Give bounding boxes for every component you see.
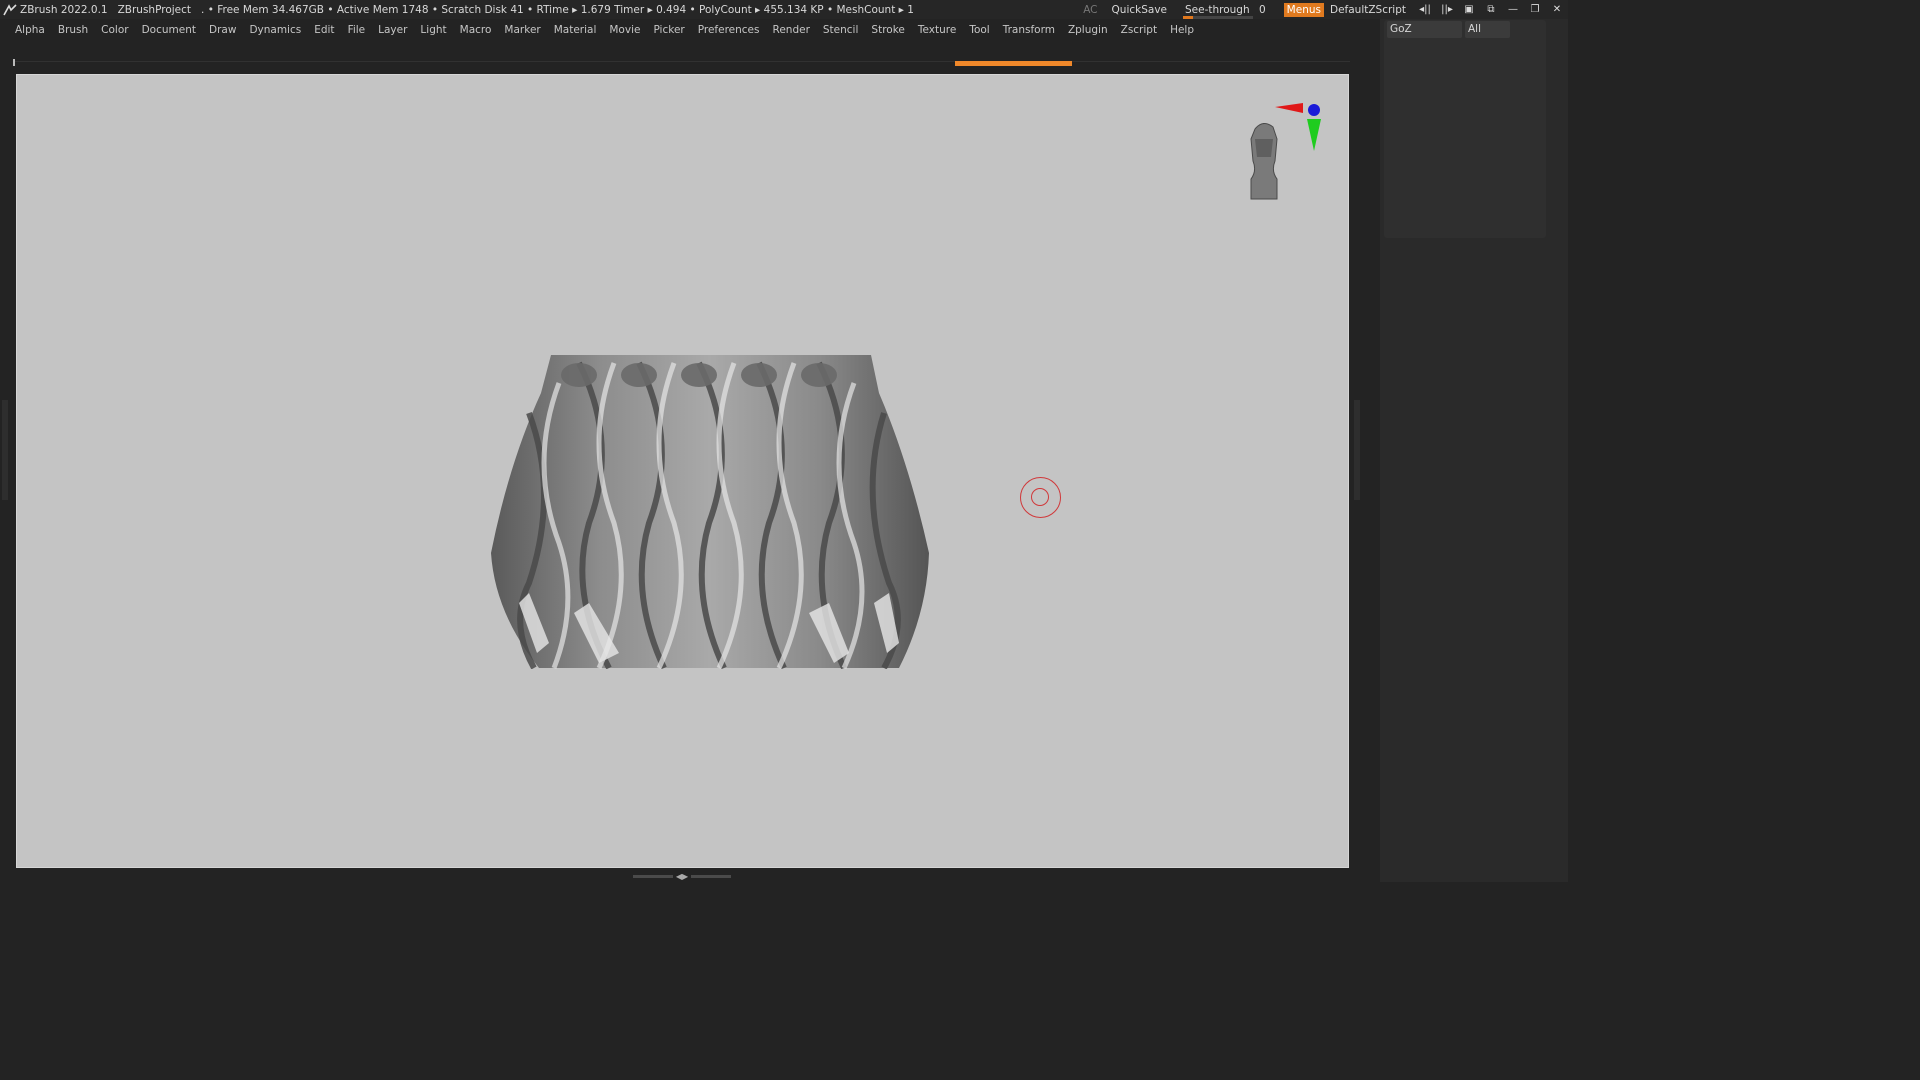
- project-name: ZBrushProject: [117, 3, 192, 16]
- default-zscript-button[interactable]: DefaultZScript: [1330, 4, 1406, 16]
- titlebar-controls: AC QuickSave See-through 0 Menus Default…: [1083, 0, 1568, 19]
- zbrush-logo-icon: [3, 3, 17, 15]
- right-tray: GoZ All All: [1380, 19, 1568, 882]
- minimize-icon[interactable]: —: [1502, 4, 1524, 15]
- menu-render[interactable]: Render: [773, 24, 810, 36]
- menu-stroke[interactable]: Stroke: [871, 24, 904, 36]
- x-axis-arrow[interactable]: [1275, 103, 1303, 113]
- app-title: ZBrush 2022.0.1: [20, 3, 108, 16]
- menu-picker[interactable]: Picker: [653, 24, 684, 36]
- menu-brush[interactable]: Brush: [58, 24, 88, 36]
- menu-file[interactable]: File: [348, 24, 366, 36]
- head-icon: [1250, 123, 1278, 200]
- ui-layout-icon[interactable]: ⧉: [1480, 4, 1502, 15]
- menu-material[interactable]: Material: [554, 24, 597, 36]
- y-axis-arrow[interactable]: [1307, 119, 1321, 151]
- palette-icon[interactable]: ▣: [1458, 4, 1480, 15]
- layout-left-icon[interactable]: ◂||: [1414, 4, 1436, 15]
- brush-cursor: [1020, 477, 1061, 518]
- menu-light[interactable]: Light: [420, 24, 446, 36]
- bottom-handle-bar-right: [691, 875, 731, 878]
- progress-start-tick: [13, 59, 15, 66]
- menu-texture[interactable]: Texture: [918, 24, 956, 36]
- head-face-shade: [1255, 139, 1273, 157]
- see-through-value: 0: [1258, 3, 1266, 16]
- restore-icon[interactable]: ❐: [1524, 4, 1546, 15]
- sculpted-vase-model[interactable]: [489, 353, 934, 669]
- menu-transform[interactable]: Transform: [1003, 24, 1055, 36]
- quicksave-button[interactable]: QuickSave: [1112, 4, 1167, 16]
- bottom-tray-handle[interactable]: ◀▶: [630, 872, 734, 881]
- navigation-gizmo[interactable]: [1237, 99, 1327, 209]
- progress-indicator: [955, 61, 1072, 66]
- main-menu-bar: Alpha Brush Color Document Draw Dynamics…: [0, 19, 1380, 41]
- expand-arrows-icon[interactable]: ◀▶: [676, 872, 688, 881]
- progress-strip: [13, 59, 1350, 68]
- menu-dynamics[interactable]: Dynamics: [249, 24, 301, 36]
- menu-movie[interactable]: Movie: [609, 24, 640, 36]
- menu-color[interactable]: Color: [101, 24, 128, 36]
- left-tray-handle[interactable]: [2, 400, 8, 500]
- menu-macro[interactable]: Macro: [460, 24, 492, 36]
- title-bar: ZBrush 2022.0.1 ZBrushProject . • Free M…: [0, 0, 1568, 19]
- layout-right-icon[interactable]: ||▸: [1436, 4, 1458, 15]
- menu-marker[interactable]: Marker: [504, 24, 540, 36]
- menu-alpha[interactable]: Alpha: [15, 24, 45, 36]
- see-through-slider[interactable]: See-through 0: [1181, 3, 1270, 19]
- memory-stats: . • Free Mem 34.467GB • Active Mem 1748 …: [201, 3, 914, 16]
- menu-tool[interactable]: Tool: [969, 24, 989, 36]
- see-through-label: See-through: [1185, 3, 1250, 16]
- close-icon[interactable]: ✕: [1546, 4, 1568, 15]
- progress-track: [13, 61, 1350, 62]
- document-canvas[interactable]: [16, 74, 1349, 868]
- menus-toggle[interactable]: Menus: [1283, 2, 1324, 17]
- ac-indicator: AC: [1083, 3, 1098, 16]
- menu-preferences[interactable]: Preferences: [698, 24, 760, 36]
- menu-draw[interactable]: Draw: [209, 24, 236, 36]
- goz-button[interactable]: GoZ: [1387, 21, 1462, 38]
- menu-zscript[interactable]: Zscript: [1121, 24, 1157, 36]
- goz-all-label[interactable]: All: [1465, 21, 1510, 38]
- menu-help[interactable]: Help: [1170, 24, 1194, 36]
- z-axis-dot[interactable]: [1308, 104, 1320, 116]
- right-tray-handle[interactable]: [1354, 400, 1360, 500]
- menu-stencil[interactable]: Stencil: [823, 24, 859, 36]
- menu-edit[interactable]: Edit: [314, 24, 334, 36]
- tool-palette: [1384, 20, 1546, 238]
- bottom-handle-bar-left: [633, 875, 673, 878]
- menu-zplugin[interactable]: Zplugin: [1068, 24, 1108, 36]
- menu-layer[interactable]: Layer: [378, 24, 407, 36]
- brush-cursor-inner: [1031, 488, 1049, 506]
- menu-document[interactable]: Document: [142, 24, 196, 36]
